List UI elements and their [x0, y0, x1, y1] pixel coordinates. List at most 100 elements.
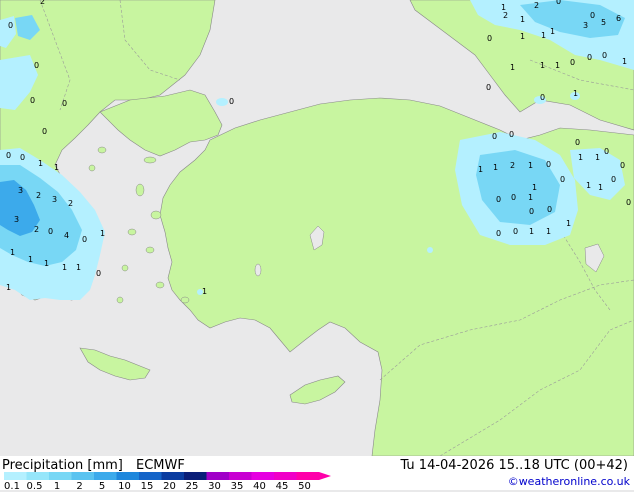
map-value: 1	[528, 161, 533, 170]
map-value: 0	[602, 51, 607, 60]
map-value: 0	[48, 227, 53, 236]
map-value: 1	[598, 183, 603, 192]
map-value: 0	[492, 132, 497, 141]
map-value: 1	[100, 229, 105, 238]
map-value: 0	[487, 34, 492, 43]
map-value: 1	[520, 15, 525, 24]
map-value: 0	[626, 198, 631, 207]
map-value: 0	[620, 161, 625, 170]
map-value: 0	[229, 97, 234, 106]
model-name: ECMWF	[136, 458, 185, 473]
scale-swatch	[161, 472, 184, 480]
map-value: 0	[590, 11, 595, 20]
map-value: 0	[20, 153, 25, 162]
scale-tick-label: 25	[185, 481, 199, 492]
map-value: 1	[550, 27, 555, 36]
map-value: 0	[511, 193, 516, 202]
scale-tick-label: 40	[253, 481, 266, 492]
map-value: 1	[573, 89, 578, 98]
map-value: 0	[30, 96, 35, 105]
scale-swatch	[251, 472, 274, 480]
map-value: 0	[496, 229, 501, 238]
product-title: Precipitation [mm]	[2, 458, 123, 473]
map-value: 2	[510, 161, 515, 170]
scale-tick-label: 5	[98, 481, 106, 492]
map-value: 1	[622, 57, 627, 66]
map-value: 1	[493, 163, 498, 172]
map-value: 2	[40, 0, 45, 6]
scale-swatch	[94, 472, 117, 480]
map-value: 1	[6, 283, 11, 292]
map-value: 0	[42, 127, 47, 136]
map-value: 0	[570, 58, 575, 67]
scale-swatch	[296, 472, 319, 480]
map-value: 0	[575, 138, 580, 147]
scale-tick-label: 10	[118, 481, 131, 492]
map-value: 1	[529, 227, 534, 236]
map-value: 2	[36, 191, 41, 200]
scale-tick-label: 30	[208, 481, 221, 492]
map-value: 1	[555, 61, 560, 70]
map-value: 0	[513, 227, 518, 236]
map-value: 1	[478, 165, 483, 174]
map-value: 1	[528, 193, 533, 202]
map-value: 0	[62, 99, 67, 108]
map-value: 0	[6, 151, 11, 160]
map-value: 1	[578, 153, 583, 162]
scale-swatch	[116, 472, 139, 480]
map-value: 2	[534, 1, 539, 10]
map-value: 3	[52, 195, 57, 204]
scale-swatch	[71, 472, 94, 480]
map-value: 1	[520, 32, 525, 41]
map-value: 0	[556, 0, 561, 6]
scale-tick-label: 0.5	[26, 481, 43, 492]
scale-swatch	[206, 472, 229, 480]
map-value: 2	[68, 199, 73, 208]
map-value: 3	[583, 21, 588, 30]
scale-swatch	[229, 472, 252, 480]
map-value: 2	[34, 225, 39, 234]
map-value: 0	[34, 61, 39, 70]
map-value: 3	[14, 215, 19, 224]
map-value: 0	[96, 269, 101, 278]
map-value: 1	[510, 63, 515, 72]
map-value: 1	[595, 153, 600, 162]
map-value: 1	[44, 259, 49, 268]
map-value: 1	[540, 61, 545, 70]
map-value: 4	[64, 231, 69, 240]
map-value: 0	[604, 147, 609, 156]
map-value: 0	[486, 83, 491, 92]
valid-time: Tu 14-04-2026 15..18 UTC (00+42)	[400, 458, 628, 473]
map-value: 1	[546, 227, 551, 236]
scale-swatch	[49, 472, 72, 480]
precipitation-map: 2000000011323224001111311101001100112100…	[0, 0, 634, 492]
map-value: 1	[10, 248, 15, 257]
map-value: 0	[82, 235, 87, 244]
scale-tick-label: 45	[275, 481, 289, 492]
map-value: 1	[586, 181, 591, 190]
map-canvas: 2000 000 01 132 3 224 0011 1 131110100 110 01 1 2 1 00…	[0, 0, 634, 456]
map-value: 0	[496, 195, 501, 204]
map-value: 1	[28, 255, 33, 264]
scale-tick-label: 0.1	[4, 481, 20, 492]
scale-swatch	[4, 472, 27, 480]
map-value: 1	[62, 263, 67, 272]
scale-swatch	[184, 472, 207, 480]
scale-tick-label: 2	[76, 481, 83, 492]
map-value: 1	[566, 219, 571, 228]
map-value: 0	[560, 175, 565, 184]
map-value: 3	[18, 186, 23, 195]
scale-swatch	[26, 472, 49, 480]
map-value: 0	[8, 21, 13, 30]
scale-tick-label: 20	[163, 481, 176, 492]
map-value: 1	[76, 263, 81, 272]
map-value: 0	[611, 175, 616, 184]
map-value: 1	[541, 31, 546, 40]
map-value: 6	[616, 14, 621, 23]
scale-tick-label: 50	[298, 481, 311, 492]
map-value: 1	[54, 163, 59, 172]
scale-tick-label: 35	[230, 481, 244, 492]
map-value: 5	[601, 18, 606, 27]
map-value: 0	[529, 207, 534, 216]
map-value: 0	[547, 205, 552, 214]
